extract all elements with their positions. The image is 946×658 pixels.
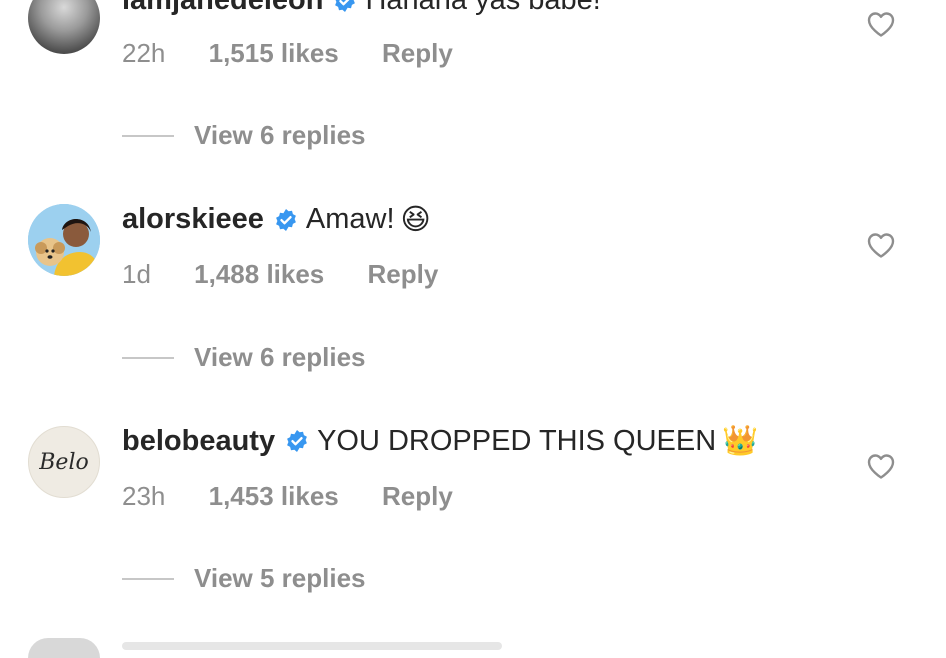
view-replies-button[interactable]: View 5 replies: [122, 563, 366, 594]
comment-time: 1d: [122, 259, 151, 289]
next-comment-text-partial: [122, 642, 502, 650]
verified-badge-icon: [287, 430, 307, 452]
comment-time: 23h: [122, 481, 166, 511]
view-replies-button[interactable]: View 6 replies: [122, 120, 366, 151]
view-replies-label: View 5 replies: [194, 563, 366, 593]
comment-meta: 23h 1,453 likes Reply: [122, 481, 489, 512]
avatar[interactable]: Belo: [28, 426, 100, 498]
comment-likes[interactable]: 1,488 likes: [194, 259, 324, 289]
crown-emoji: 👑: [722, 425, 759, 457]
reply-button[interactable]: Reply: [368, 259, 439, 289]
view-replies-label: View 6 replies: [194, 342, 366, 372]
like-heart-icon[interactable]: [866, 452, 896, 480]
comment-line: iamjanedeleon Hahaha yas babe!: [122, 0, 601, 17]
user-with-dog-avatar-image: [28, 204, 100, 276]
avatar[interactable]: [28, 0, 100, 54]
divider: [122, 356, 174, 359]
comment-username[interactable]: iamjanedeleon: [122, 0, 323, 17]
belo-logo: Belo: [39, 449, 89, 475]
like-heart-icon[interactable]: [866, 231, 896, 259]
verified-badge-icon: [275, 208, 296, 231]
comment-time: 22h: [122, 38, 166, 68]
reply-button[interactable]: Reply: [382, 38, 453, 68]
view-replies-button[interactable]: View 6 replies: [122, 342, 366, 373]
divider: [122, 134, 174, 137]
comment-username[interactable]: alorskieee: [122, 203, 264, 236]
comment-text: Hahaha yas babe!: [365, 0, 601, 16]
comment-meta: 22h 1,515 likes Reply: [122, 38, 489, 69]
comment-text: YOU DROPPED THIS QUEEN: [317, 424, 717, 457]
divider: [122, 577, 174, 580]
comment-meta: 1d 1,488 likes Reply: [122, 259, 474, 290]
comment-line: belobeauty YOU DROPPED THIS QUEEN 👑: [122, 424, 758, 458]
next-comment-avatar-partial: [28, 638, 100, 658]
comment-username[interactable]: belobeauty: [122, 425, 275, 458]
comment-line: alorskieee Amaw! 😆: [122, 202, 431, 237]
verified-badge-icon: [335, 0, 356, 12]
view-replies-label: View 6 replies: [194, 120, 366, 150]
like-heart-icon[interactable]: [866, 10, 896, 38]
avatar[interactable]: [28, 204, 100, 276]
comment-likes[interactable]: 1,453 likes: [209, 481, 339, 511]
comment-text: Amaw!: [305, 203, 395, 235]
reply-button[interactable]: Reply: [382, 481, 453, 511]
comment-likes[interactable]: 1,515 likes: [209, 38, 339, 68]
laughing-face-emoji: 😆: [400, 204, 431, 236]
